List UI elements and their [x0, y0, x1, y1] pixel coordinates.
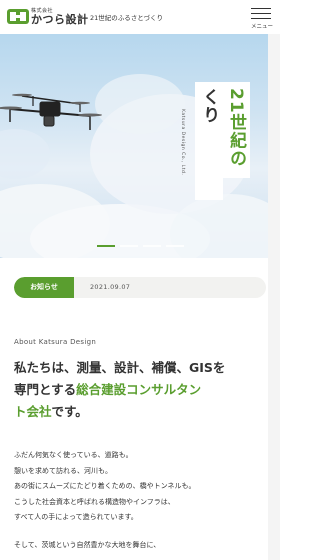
slider-pagination: [97, 245, 189, 249]
hero-caption-dark-box: ふるさとづくり: [195, 82, 241, 200]
slider-dot-1[interactable]: [97, 245, 115, 247]
logo-mark-icon: [7, 9, 29, 24]
hamburger-icon: [251, 8, 271, 9]
about-body-line: ふだん何気なく使っている、道路も。: [14, 451, 133, 459]
hero-caption-green-box: 21世紀の: [222, 82, 250, 178]
hamburger-icon-line: [251, 18, 271, 19]
news-date: 2021.09.07: [90, 283, 131, 291]
slider-dot-2[interactable]: [120, 245, 138, 247]
about-body-line: すべて人の手によって造られています。: [14, 513, 138, 521]
about-label: About Katsura Design: [14, 338, 97, 346]
menu-button[interactable]: メニュー: [248, 6, 276, 32]
about-heading-line-1: 私たちは、測量、設計、補償、GISを: [14, 360, 226, 375]
site-header: 株式会社 かつら設計 21世紀のふるさとづくり メニュー: [0, 0, 280, 34]
hamburger-icon-line: [251, 13, 271, 14]
site-logo[interactable]: 株式会社 かつら設計: [7, 7, 88, 27]
about-body-line: あの街にスムーズにたどり着くための、橋やトンネルも。: [14, 482, 196, 490]
about-heading-line-3-suffix: です。: [51, 404, 88, 419]
about-heading: 私たちは、測量、設計、補償、GISを 専門とする総合建設コンサルタン ト会社です…: [14, 357, 266, 423]
slider-dot-4[interactable]: [166, 245, 184, 247]
about-heading-line-2: 専門とする総合建設コンサルタン: [14, 379, 266, 401]
about-body: ふだん何気なく使っている、道路も。 憩いを求めて訪れる、河川も。 あの街にスムー…: [14, 448, 274, 526]
about-body-line: こうした社会資本と呼ばれる構造物やインフラは、: [14, 497, 175, 506]
header-tagline: 21世紀のふるさとづくり: [90, 14, 164, 22]
drone-icon: [0, 93, 102, 130]
about-heading-line-3-green: ト会社: [14, 404, 52, 419]
about-body-continued: そして、茨城という自然豊かな大地を舞台に、: [14, 541, 161, 549]
hero-side-text: Katsura Design Co., Ltd.: [180, 109, 185, 176]
about-heading-line-2-green: 総合建設コンサルタン: [76, 382, 202, 397]
news-badge: お知らせ: [14, 277, 74, 298]
logo-company-name: かつら設計: [31, 13, 89, 26]
hero-slider: Katsura Design Co., Ltd. ふるさとづくり 21世紀の: [0, 34, 268, 258]
menu-label: メニュー: [250, 24, 273, 30]
about-heading-line-2-prefix: 専門とする: [14, 382, 77, 397]
slider-dot-3[interactable]: [143, 245, 161, 247]
hero-caption-green: 21世紀の: [226, 88, 246, 168]
news-bar[interactable]: お知らせ 2021.09.07: [14, 277, 266, 298]
about-body-line: 憩いを求めて訪れる、河川も。: [14, 466, 112, 475]
about-heading-line-3: ト会社です。: [14, 401, 266, 423]
